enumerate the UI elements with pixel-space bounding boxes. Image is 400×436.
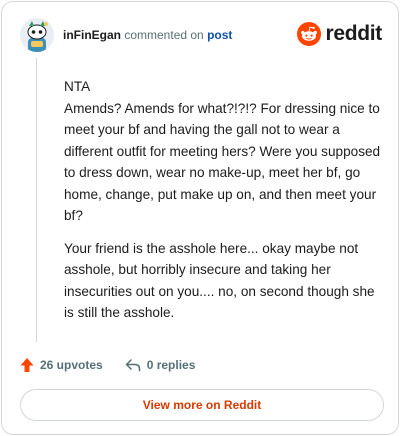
replies-button[interactable]: 0 replies	[125, 358, 196, 372]
reply-count: 0 replies	[146, 358, 196, 372]
comment-meta: inFinEgan commented on post	[63, 28, 232, 42]
snoo-avatar-icon[interactable]	[20, 18, 54, 52]
comment-paragraph: Amends? Amends for what?!?!? For dressin…	[64, 100, 381, 224]
view-more-label: View more on Reddit	[142, 398, 262, 412]
comment-paragraph: NTA	[64, 79, 91, 94]
reddit-logo[interactable]: reddit	[297, 20, 382, 48]
reddit-snoo-icon	[297, 22, 322, 46]
thread-line	[36, 58, 37, 342]
upvote-count: 26 upvotes	[40, 358, 103, 372]
comment-body: NTA Amends? Amends for what?!?!? For dre…	[64, 76, 386, 335]
reddit-wordmark: reddit	[325, 22, 382, 45]
username-link[interactable]: inFinEgan	[63, 28, 121, 42]
commented-on-label: commented on	[124, 28, 204, 42]
view-more-button[interactable]: View more on Reddit	[20, 389, 384, 421]
comment-embed-card: inFinEgan commented on post reddit NTA A…	[1, 1, 399, 435]
post-link[interactable]: post	[207, 28, 232, 42]
upvote-arrow-icon	[20, 358, 34, 372]
comment-header: inFinEgan commented on post reddit	[20, 18, 382, 54]
comment-paragraph: Your friend is the asshole here... okay …	[64, 240, 375, 321]
comment-actions: 26 upvotes 0 replies	[20, 354, 195, 376]
reply-arrow-icon	[125, 359, 140, 372]
upvote-button[interactable]: 26 upvotes	[20, 357, 103, 373]
